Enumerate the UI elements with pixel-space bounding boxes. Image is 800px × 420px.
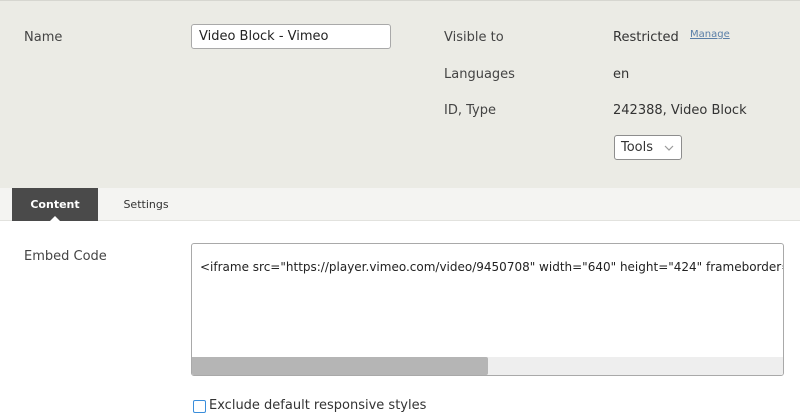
chevron-down-icon <box>664 145 674 151</box>
scrollbar-thumb[interactable] <box>192 357 488 375</box>
tools-button-label: Tools <box>621 140 654 155</box>
name-input[interactable] <box>191 24 391 49</box>
languages-label: Languages <box>444 67 515 82</box>
exclude-responsive-styles-label: Exclude default responsive styles <box>209 398 427 413</box>
tab-settings[interactable]: Settings <box>110 188 182 221</box>
id-type-value: 242388, Video Block <box>613 103 747 118</box>
embed-code-text: <iframe src="https://player.vimeo.com/vi… <box>200 260 784 274</box>
horizontal-scrollbar[interactable] <box>192 357 783 375</box>
exclude-responsive-styles-checkbox[interactable] <box>193 400 206 413</box>
id-type-label: ID, Type <box>444 103 496 118</box>
visible-to-value: Restricted <box>613 30 679 45</box>
visible-to-label: Visible to <box>444 30 504 45</box>
embed-code-textarea[interactable]: <iframe src="https://player.vimeo.com/vi… <box>191 243 784 376</box>
name-label: Name <box>24 30 63 45</box>
tab-bar: Content Settings <box>0 188 800 221</box>
manage-link[interactable]: Manage <box>690 29 730 40</box>
languages-value: en <box>613 67 630 82</box>
tools-button[interactable]: Tools <box>614 135 682 160</box>
tab-content[interactable]: Content <box>12 188 98 221</box>
embed-code-label: Embed Code <box>24 249 107 264</box>
properties-panel: Name Visible to Restricted Manage Langua… <box>0 0 800 188</box>
